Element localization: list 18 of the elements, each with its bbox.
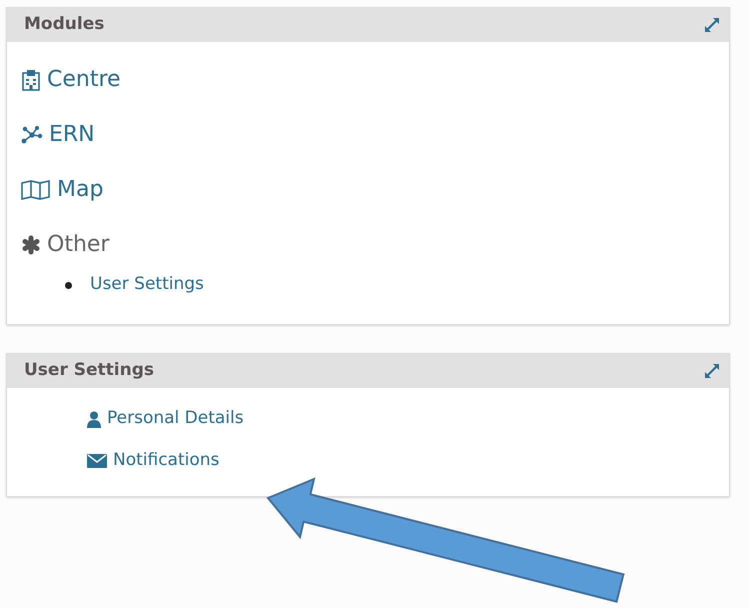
envelope-icon [87, 454, 107, 468]
group-label: Other [47, 231, 110, 259]
map-icon [21, 180, 51, 200]
panel-title: Modules [24, 13, 104, 36]
submodule-link[interactable]: User Settings [90, 272, 204, 298]
module-link[interactable]: Map [57, 173, 104, 206]
asterisk-icon [21, 234, 41, 254]
settings-link[interactable]: Notifications [113, 448, 220, 474]
user-icon [87, 410, 101, 428]
bullet-icon [65, 282, 72, 288]
panel-title: User Settings [24, 359, 154, 382]
building-icon [21, 68, 41, 90]
expand-icon[interactable] [703, 362, 721, 380]
settings-link[interactable]: Personal Details [107, 406, 244, 432]
expand-icon[interactable] [703, 16, 721, 34]
module-link[interactable]: ERN [49, 118, 95, 151]
network-icon [21, 126, 43, 144]
module-link[interactable]: Centre [47, 63, 121, 96]
